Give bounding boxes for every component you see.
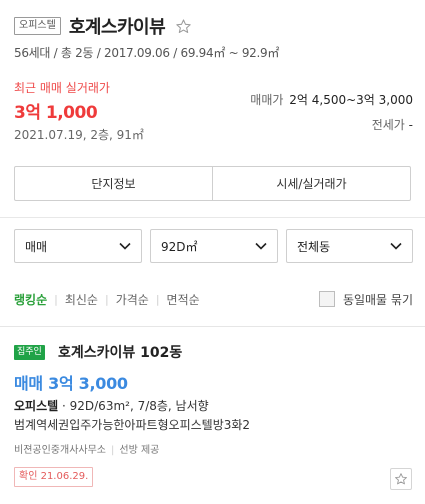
jeonse-price-value: - <box>408 118 413 132</box>
spec-dot: · <box>58 399 70 413</box>
recent-trade-price: 3억 1,000 <box>14 103 98 123</box>
section-divider <box>0 217 425 218</box>
jeonse-price-summary: 전세가 - <box>372 116 413 133</box>
market-price-button[interactable]: 시세/실거래가 <box>212 167 410 200</box>
trade-type-value: 매매 <box>25 239 48 254</box>
sale-price-value: 2억 4,500~3억 3,000 <box>289 93 413 107</box>
recent-trade-label: 최근 매매 실거래가 <box>14 81 110 95</box>
sale-price-label: 매매가 <box>250 93 284 107</box>
area-select[interactable]: 92D㎡ <box>150 229 278 263</box>
info-tabs: 단지정보 시세/실거래가 <box>14 166 411 201</box>
owner-badge: 집주인 <box>14 345 45 360</box>
complex-meta: 56세대 / 총 2동 / 2017.09.06 / 69.94㎡ ~ 92.9… <box>14 46 280 60</box>
listing-description: 범계역세권입주가능한아파트형오피스텔방3화2 <box>14 418 251 432</box>
listing-spec-type: 오피스텔 <box>14 399 59 413</box>
listing-agent-row: 비젼공인중개사사무소 | 선방 제공 <box>14 441 159 456</box>
sort-area[interactable]: 면적순 <box>167 291 200 308</box>
sale-price-summary: 매매가 2억 4,500~3억 3,000 <box>250 91 413 108</box>
group-same-listings-toggle[interactable]: 동일매물 묶기 <box>318 291 413 308</box>
complex-info-button[interactable]: 단지정보 <box>15 167 212 200</box>
chevron-down-icon <box>119 242 131 250</box>
favorite-star-icon[interactable] <box>173 16 193 36</box>
sort-separator: | <box>104 292 109 306</box>
sort-latest[interactable]: 최신순 <box>65 291 98 308</box>
building-select[interactable]: 전체동 <box>286 229 413 263</box>
sort-price[interactable]: 가격순 <box>116 291 149 308</box>
listing-spec-detail: 92D/63m², 7/8층, 남서향 <box>69 399 209 413</box>
jeonse-price-label: 전세가 <box>371 118 405 132</box>
sort-bar: 랭킹순 | 최신순 | 가격순 | 면적순 동일매물 묶기 <box>14 288 413 310</box>
complex-title: 호계스카이뷰 <box>68 17 166 38</box>
type-badge: 오피스텔 <box>14 17 61 35</box>
filter-bar: 매매 92D㎡ 전체동 <box>14 229 413 263</box>
provider-label: 선방 제공 <box>119 445 160 456</box>
trade-type-select[interactable]: 매매 <box>14 229 142 263</box>
listing-favorite-star-icon[interactable] <box>390 468 412 490</box>
agent-separator: | <box>111 445 115 456</box>
confirm-date-badge: 확인 21.06.29. <box>14 467 94 487</box>
sort-ranking[interactable]: 랭킹순 <box>14 291 47 308</box>
listing-title: 호계스카이뷰 102동 <box>58 345 183 361</box>
group-label: 동일매물 묶기 <box>342 292 413 307</box>
recent-trade-detail: 2021.07.19, 2층, 91㎡ <box>14 128 144 142</box>
agent-name[interactable]: 비젼공인중개사사무소 <box>14 445 106 456</box>
group-checkbox[interactable] <box>318 291 335 307</box>
complex-header: 오피스텔 호계스카이뷰 <box>14 12 411 40</box>
listing-price: 매매 3억 3,000 <box>14 374 128 393</box>
sort-separator: | <box>54 292 58 306</box>
chevron-down-icon <box>255 242 267 250</box>
listing-item[interactable]: 집주인 호계스카이뷰 102동 매매 3억 3,000 오피스텔 · 92D/6… <box>0 327 425 504</box>
area-value: 92D㎡ <box>161 239 198 254</box>
listing-spec: 오피스텔 · 92D/63m², 7/8층, 남서향 <box>14 397 209 414</box>
chevron-down-icon <box>390 242 402 250</box>
building-value: 전체동 <box>297 239 331 254</box>
sort-separator: | <box>155 292 160 306</box>
